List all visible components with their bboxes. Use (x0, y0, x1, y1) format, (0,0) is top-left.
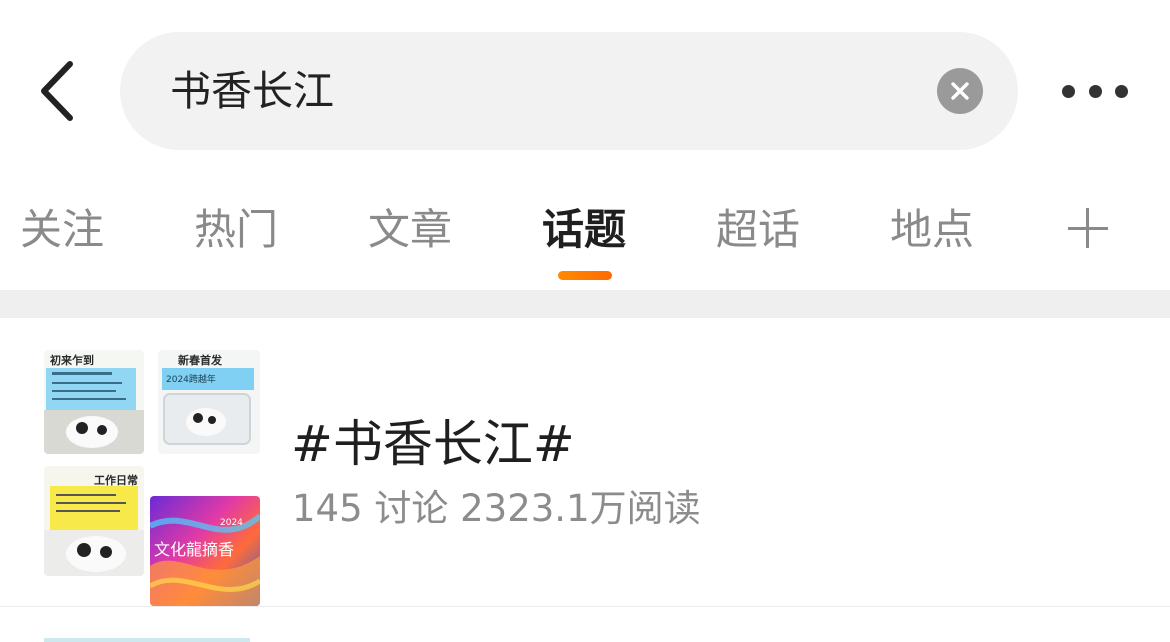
thumbnail-note: 2024跨越年 (166, 375, 216, 385)
plus-icon[interactable] (1066, 200, 1110, 256)
topic-title[interactable]: #书香长江# (291, 404, 575, 476)
topic-thumbnail-3: 工作日常 (44, 466, 144, 576)
topic-thumbnail-grid: 初来乍到 新春首发 2024跨越年 工作日常 文化龍摘香 2024 (44, 350, 260, 606)
topic-thumbnail-4: 文化龍摘香 2024 (150, 496, 260, 606)
thumbnail-note: 2024 (220, 518, 243, 528)
more-dots-icon (1088, 84, 1102, 98)
row-divider (0, 606, 1170, 607)
chevron-left-icon (41, 61, 73, 121)
clear-search-button[interactable] (937, 68, 983, 114)
topic-thumbnail-1: 初来乍到 (44, 350, 144, 454)
topic-stats: 145 讨论 2323.1万阅读 (292, 487, 701, 530)
topic-thumbnail-2: 新春首发 2024跨越年 (158, 350, 260, 454)
thumbnail-caption: 文化龍摘香 (154, 540, 235, 559)
next-list-item-thumbnail (44, 638, 250, 642)
clear-circle-icon (951, 82, 969, 100)
back-button[interactable] (26, 56, 86, 126)
section-divider (0, 290, 1170, 318)
more-options-button[interactable] (1050, 70, 1140, 112)
tab-places[interactable]: 地点 (890, 202, 974, 258)
tab-bar: 关注 热门 文章 话题 超话 地点 (0, 180, 1170, 288)
topic-list-item[interactable]: 初来乍到 新春首发 2024跨越年 工作日常 文化龍摘香 2024 #书香长江#… (0, 318, 1170, 606)
tab-follow[interactable]: 关注 (20, 202, 104, 258)
thumbnail-caption: 新春首发 (178, 354, 222, 367)
search-header: 书香长江 (0, 0, 1170, 180)
thumbnail-caption: 工作日常 (94, 474, 138, 487)
search-input[interactable]: 书香长江 (120, 32, 1018, 150)
search-query-text[interactable]: 书香长江 (170, 32, 334, 150)
more-dots-icon (1062, 84, 1075, 98)
tab-super-topics[interactable]: 超话 (716, 202, 800, 258)
tab-hot[interactable]: 热门 (194, 202, 278, 258)
more-dots-icon (1115, 84, 1128, 98)
tab-articles[interactable]: 文章 (368, 202, 452, 258)
active-tab-indicator (558, 271, 612, 280)
thumbnail-caption: 初来乍到 (50, 354, 94, 367)
tab-topics[interactable]: 话题 (542, 202, 626, 258)
